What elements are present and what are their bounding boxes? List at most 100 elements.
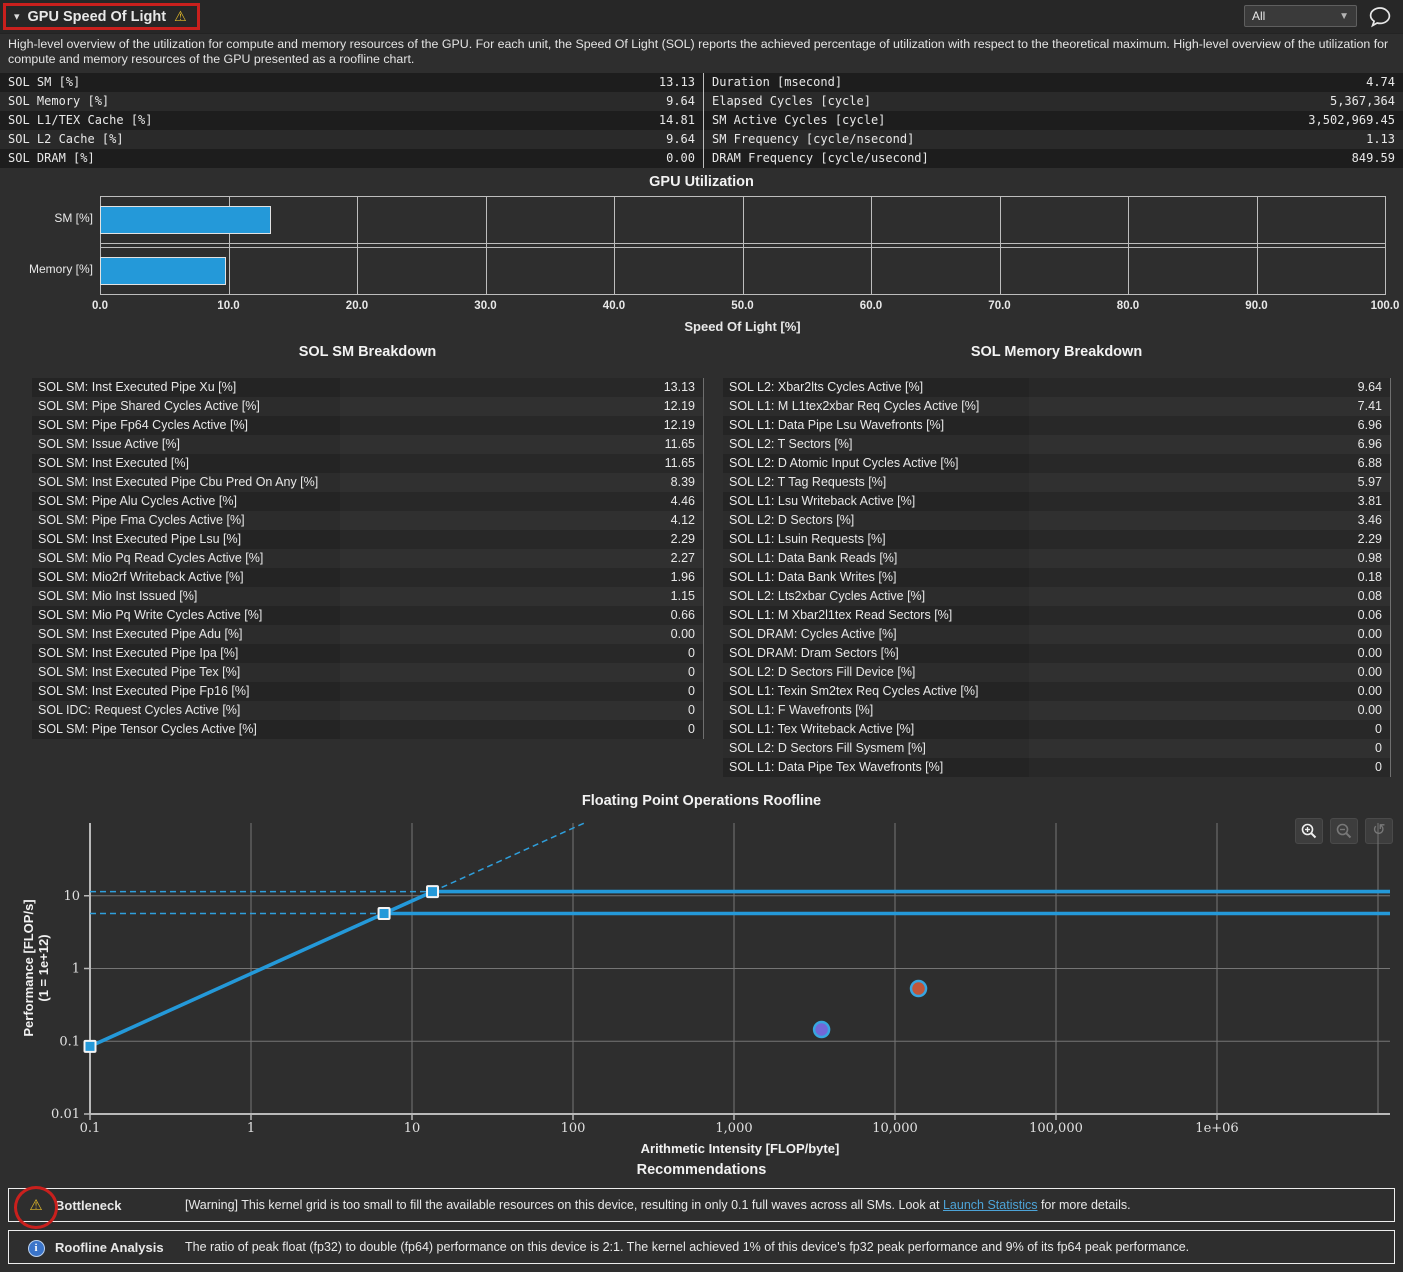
utilization-bar (100, 257, 226, 285)
table-row[interactable]: SOL SM: Mio Inst Issued [%] 1.15 (32, 587, 703, 606)
summary-row[interactable]: SOL Memory [%] 9.64 (0, 92, 703, 111)
metric-label: SOL Memory [%] (0, 92, 666, 111)
metric-label: SOL SM: Mio Pq Read Cycles Active [%] (32, 549, 340, 568)
table-row[interactable]: SOL L1: M L1tex2xbar Req Cycles Active [… (723, 397, 1390, 416)
table-row[interactable]: SOL SM: Mio2rf Writeback Active [%] 1.96 (32, 568, 703, 587)
table-row[interactable]: SOL SM: Inst Executed Pipe Lsu [%] 2.29 (32, 530, 703, 549)
summary-row[interactable]: SM Active Cycles [cycle] 3,502,969.45 (704, 111, 1403, 130)
table-row[interactable]: SOL L2: D Sectors Fill Sysmem [%] 0 (723, 739, 1390, 758)
page-title: GPU Speed Of Light (28, 9, 167, 25)
table-row[interactable]: SOL L1: Lsu Writeback Active [%] 3.81 (723, 492, 1390, 511)
metric-label: SOL L1: M Xbar2l1tex Read Sectors [%] (723, 606, 1029, 625)
table-row[interactable]: SOL L2: Xbar2lts Cycles Active [%] 9.64 (723, 378, 1390, 397)
metric-value: 0 (340, 720, 703, 739)
table-row[interactable]: SOL L1: Data Pipe Tex Wavefronts [%] 0 (723, 758, 1390, 777)
filter-dropdown[interactable]: All ▼ (1244, 5, 1357, 27)
metric-value: 2.29 (340, 530, 703, 549)
table-row[interactable]: SOL L1: Lsuin Requests [%] 2.29 (723, 530, 1390, 549)
launch-statistics-link[interactable]: Launch Statistics (943, 1198, 1038, 1212)
metric-value: 0.00 (1029, 663, 1390, 682)
metric-label: SOL L2: D Sectors Fill Sysmem [%] (723, 739, 1029, 758)
metric-value: 13.13 (340, 378, 703, 397)
summary-row[interactable]: Duration [msecond] 4.74 (704, 73, 1403, 92)
section-header[interactable]: ▾ GPU Speed Of Light ⚠ (3, 3, 200, 30)
gpu-utilization-plot: 0.010.020.030.040.050.060.070.080.090.01… (100, 196, 1385, 295)
table-row[interactable]: SOL SM: Inst Executed Pipe Xu [%] 13.13 (32, 378, 703, 397)
x-tick-label: 40.0 (603, 300, 625, 312)
metric-label: SOL SM: Inst Executed Pipe Fp16 [%] (32, 682, 340, 701)
metric-value: 5.97 (1029, 473, 1390, 492)
table-row[interactable]: SOL L2: T Tag Requests [%] 5.97 (723, 473, 1390, 492)
metric-value: 0.00 (1029, 682, 1390, 701)
metric-label: SOL SM: Mio Inst Issued [%] (32, 587, 340, 606)
table-row[interactable]: SOL DRAM: Cycles Active [%] 0.00 (723, 625, 1390, 644)
table-row[interactable]: SOL SM: Inst Executed [%] 11.65 (32, 454, 703, 473)
filter-dropdown-value: All (1252, 9, 1265, 23)
metric-label: Duration [msecond] (704, 73, 1366, 92)
summary-row[interactable]: Elapsed Cycles [cycle] 5,367,364 (704, 92, 1403, 111)
table-row[interactable]: SOL L1: Data Bank Reads [%] 0.98 (723, 549, 1390, 568)
table-row[interactable]: SOL L1: F Wavefronts [%] 0.00 (723, 701, 1390, 720)
summary-row[interactable]: SOL L2 Cache [%] 9.64 (0, 130, 703, 149)
table-row[interactable]: SOL SM: Pipe Fma Cycles Active [%] 4.12 (32, 511, 703, 530)
metric-label: SOL SM [%] (0, 73, 659, 92)
summary-row[interactable]: SOL SM [%] 13.13 (0, 73, 703, 92)
summary-row[interactable]: DRAM Frequency [cycle/usecond] 849.59 (704, 149, 1403, 168)
summary-row[interactable]: SOL DRAM [%] 0.00 (0, 149, 703, 168)
table-row[interactable]: SOL L1: Data Pipe Lsu Wavefronts [%] 6.9… (723, 416, 1390, 435)
roofline-x-axis-label: Arithmetic Intensity [FLOP/byte] (641, 1141, 840, 1156)
metric-label: SOL SM: Inst Executed Pipe Lsu [%] (32, 530, 340, 549)
metric-value: 9.64 (666, 130, 703, 149)
table-row[interactable]: SOL L1: Data Bank Writes [%] 0.18 (723, 568, 1390, 587)
roofline-chart[interactable]: 0.11101001,00010,000100,0001e+060.010.11… (0, 815, 1403, 1160)
table-row[interactable]: SOL SM: Inst Executed Pipe Ipa [%] 0 (32, 644, 703, 663)
chevron-down-icon: ▼ (1339, 11, 1349, 22)
metric-label: SM Active Cycles [cycle] (704, 111, 1308, 130)
table-row[interactable]: SOL SM: Inst Executed Pipe Fp16 [%] 0 (32, 682, 703, 701)
utilization-x-axis-label: Speed Of Light [%] (100, 319, 1385, 334)
table-row[interactable]: SOL IDC: Request Cycles Active [%] 0 (32, 701, 703, 720)
y-tick-label: 0.01 (51, 1107, 80, 1122)
table-row[interactable]: SOL SM: Inst Executed Pipe Cbu Pred On A… (32, 473, 703, 492)
table-row[interactable]: SOL L2: D Sectors Fill Device [%] 0.00 (723, 663, 1390, 682)
metric-value: 9.64 (1029, 378, 1390, 397)
recommendation-text: [Warning] This kernel grid is too small … (185, 1198, 1131, 1212)
table-row[interactable]: SOL L2: D Atomic Input Cycles Active [%]… (723, 454, 1390, 473)
table-row[interactable]: SOL DRAM: Dram Sectors [%] 0.00 (723, 644, 1390, 663)
metric-value: 13.13 (659, 73, 703, 92)
table-row[interactable]: SOL SM: Pipe Alu Cycles Active [%] 4.46 (32, 492, 703, 511)
table-row[interactable]: SOL SM: Inst Executed Pipe Tex [%] 0 (32, 663, 703, 682)
summary-row[interactable]: SOL L1/TEX Cache [%] 14.81 (0, 111, 703, 130)
table-row[interactable]: SOL SM: Pipe Fp64 Cycles Active [%] 12.1… (32, 416, 703, 435)
metric-label: SOL L2: Lts2xbar Cycles Active [%] (723, 587, 1029, 606)
metric-value: 0 (1029, 758, 1390, 777)
metric-value: 3.46 (1029, 511, 1390, 530)
recommendation-bottleneck: ⚠ Bottleneck [Warning] This kernel grid … (8, 1188, 1395, 1222)
table-row[interactable]: SOL L2: D Sectors [%] 3.46 (723, 511, 1390, 530)
table-row[interactable]: SOL L1: Tex Writeback Active [%] 0 (723, 720, 1390, 739)
table-row[interactable]: SOL SM: Issue Active [%] 11.65 (32, 435, 703, 454)
x-tick-label: 0.1 (80, 1121, 101, 1136)
metric-value: 4.12 (340, 511, 703, 530)
metric-label: SOL DRAM: Dram Sectors [%] (723, 644, 1029, 663)
table-row[interactable]: SOL SM: Mio Pq Read Cycles Active [%] 2.… (32, 549, 703, 568)
table-row[interactable]: SOL L2: Lts2xbar Cycles Active [%] 0.08 (723, 587, 1390, 606)
metric-label: SOL L1: Lsu Writeback Active [%] (723, 492, 1029, 511)
table-row[interactable]: SOL SM: Pipe Shared Cycles Active [%] 12… (32, 397, 703, 416)
metric-label: SOL L2 Cache [%] (0, 130, 666, 149)
metric-value: 3,502,969.45 (1308, 111, 1403, 130)
metric-value: 0.08 (1029, 587, 1390, 606)
x-tick-label: 100.0 (1371, 300, 1400, 312)
comment-button[interactable] (1365, 4, 1395, 29)
table-row[interactable]: SOL L1: M Xbar2l1tex Read Sectors [%] 0.… (723, 606, 1390, 625)
collapse-chevron-icon[interactable]: ▾ (14, 10, 20, 23)
table-row[interactable]: SOL SM: Mio Pq Write Cycles Active [%] 0… (32, 606, 703, 625)
table-row[interactable]: SOL L1: Texin Sm2tex Req Cycles Active [… (723, 682, 1390, 701)
table-row[interactable]: SOL L2: T Sectors [%] 6.96 (723, 435, 1390, 454)
metric-label: SOL DRAM [%] (0, 149, 666, 168)
recommendation-name: Bottleneck (55, 1198, 173, 1213)
summary-row[interactable]: SM Frequency [cycle/nsecond] 1.13 (704, 130, 1403, 149)
memory-bandwidth-dashed-extension (433, 823, 585, 892)
table-row[interactable]: SOL SM: Pipe Tensor Cycles Active [%] 0 (32, 720, 703, 739)
table-row[interactable]: SOL SM: Inst Executed Pipe Adu [%] 0.00 (32, 625, 703, 644)
